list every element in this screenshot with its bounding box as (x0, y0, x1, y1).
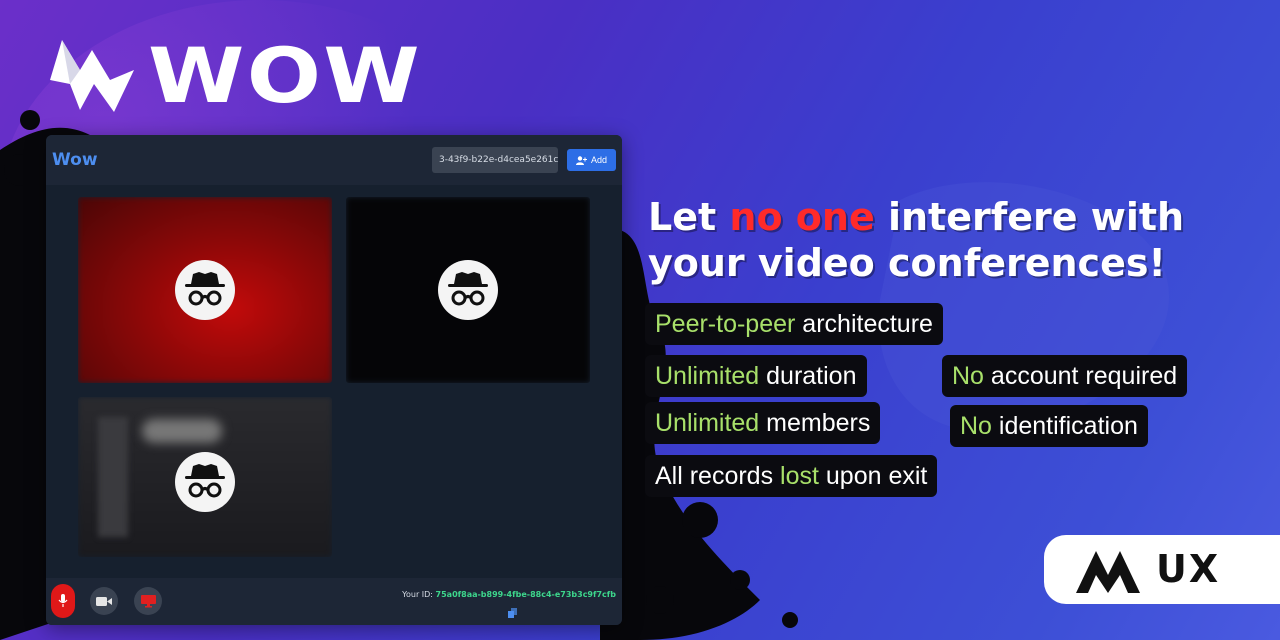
feature-text: duration (759, 362, 857, 390)
app-header: Wow 3-43f9-b22e-d4cea5e261cf Add (46, 135, 622, 185)
ux-badge-text: UX (1156, 547, 1221, 591)
camera-button[interactable] (90, 587, 118, 615)
wow-logo-icon (50, 40, 134, 112)
mic-button[interactable] (51, 584, 75, 618)
feature-text: architecture (795, 310, 933, 338)
feature-unlimited-duration: Unlimited duration (645, 355, 867, 397)
feature-no-identification: No identification (950, 405, 1148, 447)
headline-highlight: no one (729, 195, 875, 239)
your-id-display: Your ID: 75a0f8aa-b899-4fbe-88c4-e73b3c9… (402, 590, 616, 599)
your-id-value[interactable]: 75a0f8aa-b899-4fbe-88c4-e73b3c9f7cfb (436, 590, 616, 599)
incognito-avatar-icon (175, 260, 235, 320)
ux-logo-icon (1076, 551, 1140, 593)
participant-tile-1[interactable] (78, 197, 332, 383)
incognito-avatar-icon (175, 452, 235, 512)
feature-text: identification (991, 412, 1138, 440)
ux-badge: UX (1044, 535, 1280, 604)
blurred-screen-content (98, 417, 128, 537)
mic-icon (58, 594, 68, 607)
feature-highlight: No (952, 362, 984, 390)
add-button[interactable]: Add (566, 149, 616, 171)
room-id-field[interactable]: 3-43f9-b22e-d4cea5e261cf (431, 147, 558, 173)
headline-part1: Let (648, 195, 730, 239)
blurred-avatars (142, 419, 222, 443)
call-controls-bar: Your ID: 75a0f8aa-b899-4fbe-88c4-e73b3c9… (46, 578, 622, 625)
feature-highlight: lost (780, 462, 819, 490)
your-id-label: Your ID: (402, 590, 433, 599)
feature-highlight: Unlimited (655, 362, 760, 390)
feature-text: All records (655, 462, 781, 490)
participant-tile-3[interactable] (78, 397, 332, 557)
feature-peer-to-peer: Peer-to-peer architecture (645, 303, 943, 345)
incognito-avatar-icon (438, 260, 498, 320)
feature-highlight: No (960, 412, 992, 440)
brand-logo: WOW (50, 38, 420, 114)
feature-highlight: Unlimited (655, 409, 760, 437)
screen-share-icon (140, 594, 156, 607)
feature-unlimited-members: Unlimited members (645, 402, 881, 444)
participant-tile-2[interactable] (346, 197, 590, 383)
feature-text: account required (983, 362, 1178, 390)
feature-no-account: No account required (942, 355, 1188, 397)
app-title: Wow (52, 150, 98, 170)
screen-share-button[interactable] (134, 587, 162, 615)
feature-records-lost: All records lost upon exit (645, 455, 938, 497)
app-window: Wow 3-43f9-b22e-d4cea5e261cf Add Your ID… (46, 135, 622, 625)
header-actions: 3-43f9-b22e-d4cea5e261cf Add (431, 147, 616, 173)
headline: Let no one interfere with your video con… (648, 194, 1248, 286)
brand-logo-text: WOW (148, 31, 423, 120)
add-button-label: Add (590, 155, 607, 165)
feature-text: members (759, 409, 871, 437)
camera-icon (96, 596, 112, 606)
feature-highlight: Peer-to-peer (655, 310, 796, 338)
copy-icon[interactable] (508, 608, 518, 618)
add-user-icon (575, 155, 587, 165)
feature-text: upon exit (818, 462, 928, 490)
